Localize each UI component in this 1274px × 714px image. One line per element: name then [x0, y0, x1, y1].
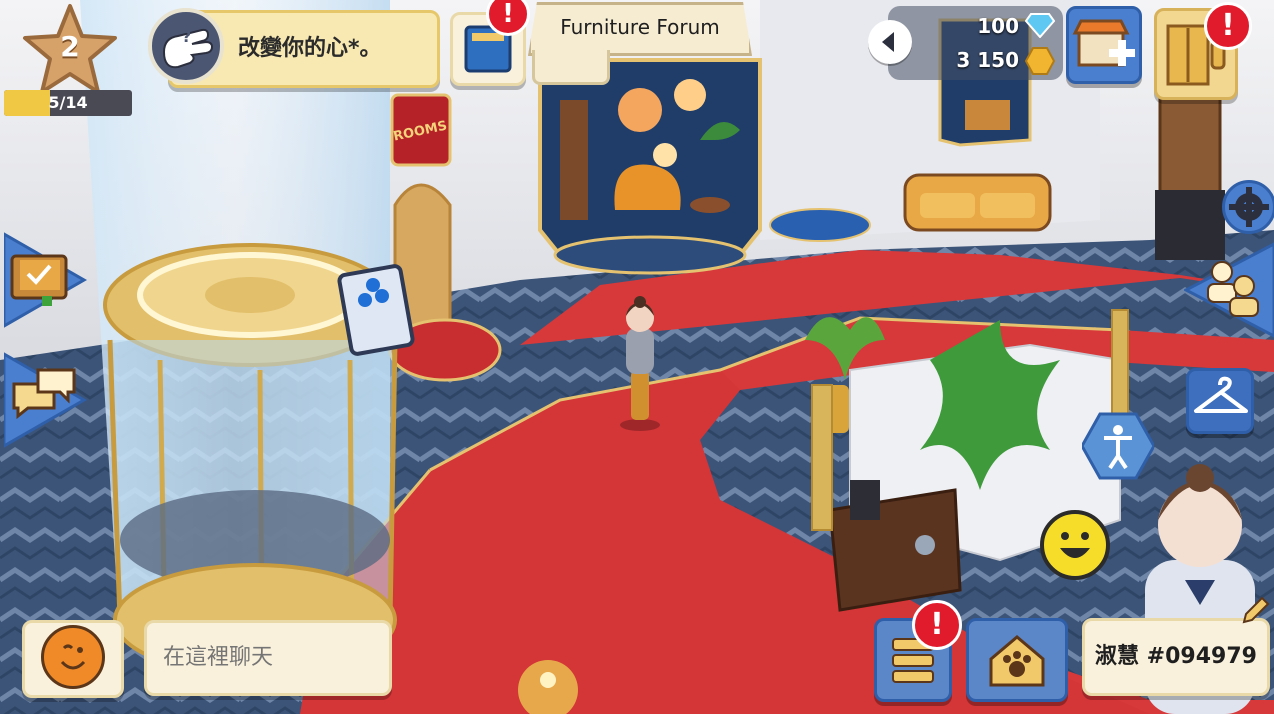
settings-button[interactable]: [1222, 180, 1274, 234]
location-title: Furniture Forum: [560, 15, 720, 39]
level-widget[interactable]: 2 5/14: [4, 2, 134, 120]
shop-button[interactable]: [1066, 6, 1142, 84]
player-name-tag: 淑慧 #094979: [1095, 644, 1257, 669]
smiley-icon: [1060, 532, 1090, 558]
location-banner: Furniture Forum: [528, 2, 752, 56]
task-book-icon: [2, 231, 88, 329]
chat-input-box[interactable]: [144, 620, 392, 696]
xp-bar: 5/14: [4, 90, 132, 116]
back-arrow-button[interactable]: [868, 20, 912, 64]
chat-side-button[interactable]: [2, 348, 88, 452]
shop-add-icon: [1072, 19, 1135, 67]
menu-alert-badge: !: [912, 600, 962, 650]
body-pose-icon: [1080, 412, 1156, 480]
profile-name-box[interactable]: 淑慧 #094979: [1082, 618, 1270, 696]
emote-button[interactable]: [1040, 510, 1110, 580]
currency-panel: 100 3 150: [868, 6, 1063, 80]
paw-house-icon: [989, 635, 1045, 687]
wardrobe-button[interactable]: [1186, 368, 1254, 434]
hanger-icon: [1194, 376, 1248, 413]
tasks-side-button[interactable]: [2, 228, 88, 332]
winking-face-icon: [60, 644, 86, 670]
pencil-icon[interactable]: [1238, 594, 1272, 628]
game-scene[interactable]: ROOMS: [0, 0, 1274, 714]
pointing-hand-icon: ?: [162, 27, 214, 69]
svg-text:?: ?: [182, 27, 191, 46]
location-sub-button[interactable]: [532, 50, 610, 85]
avatar: [41, 625, 105, 689]
coin-icon: [1025, 47, 1055, 75]
chat-input[interactable]: [161, 639, 375, 675]
xp-progress-text: 5/14: [48, 93, 88, 112]
diamond-icon: [1025, 13, 1055, 38]
speech-bubbles-icon: [2, 351, 88, 449]
player-level: 2: [60, 30, 80, 63]
back-arrow-icon: [882, 32, 894, 52]
quest-text: 改變你的心*。: [238, 36, 382, 61]
friends-button[interactable]: [1182, 240, 1274, 340]
elevator-alert-badge: !: [1204, 2, 1252, 50]
gems-count: 100: [977, 14, 1019, 38]
avatar-button[interactable]: [22, 620, 124, 698]
quest-icon-circle: ?: [148, 8, 224, 84]
gear-icon: [1229, 187, 1269, 227]
friends-icon: [1182, 242, 1274, 338]
quest-banner[interactable]: ? 改變你的心*。: [148, 8, 440, 88]
coins-count: 3 150: [956, 48, 1019, 72]
pose-button[interactable]: [1080, 412, 1156, 480]
pet-button[interactable]: [966, 618, 1068, 702]
coffee-bar: [828, 488, 962, 612]
